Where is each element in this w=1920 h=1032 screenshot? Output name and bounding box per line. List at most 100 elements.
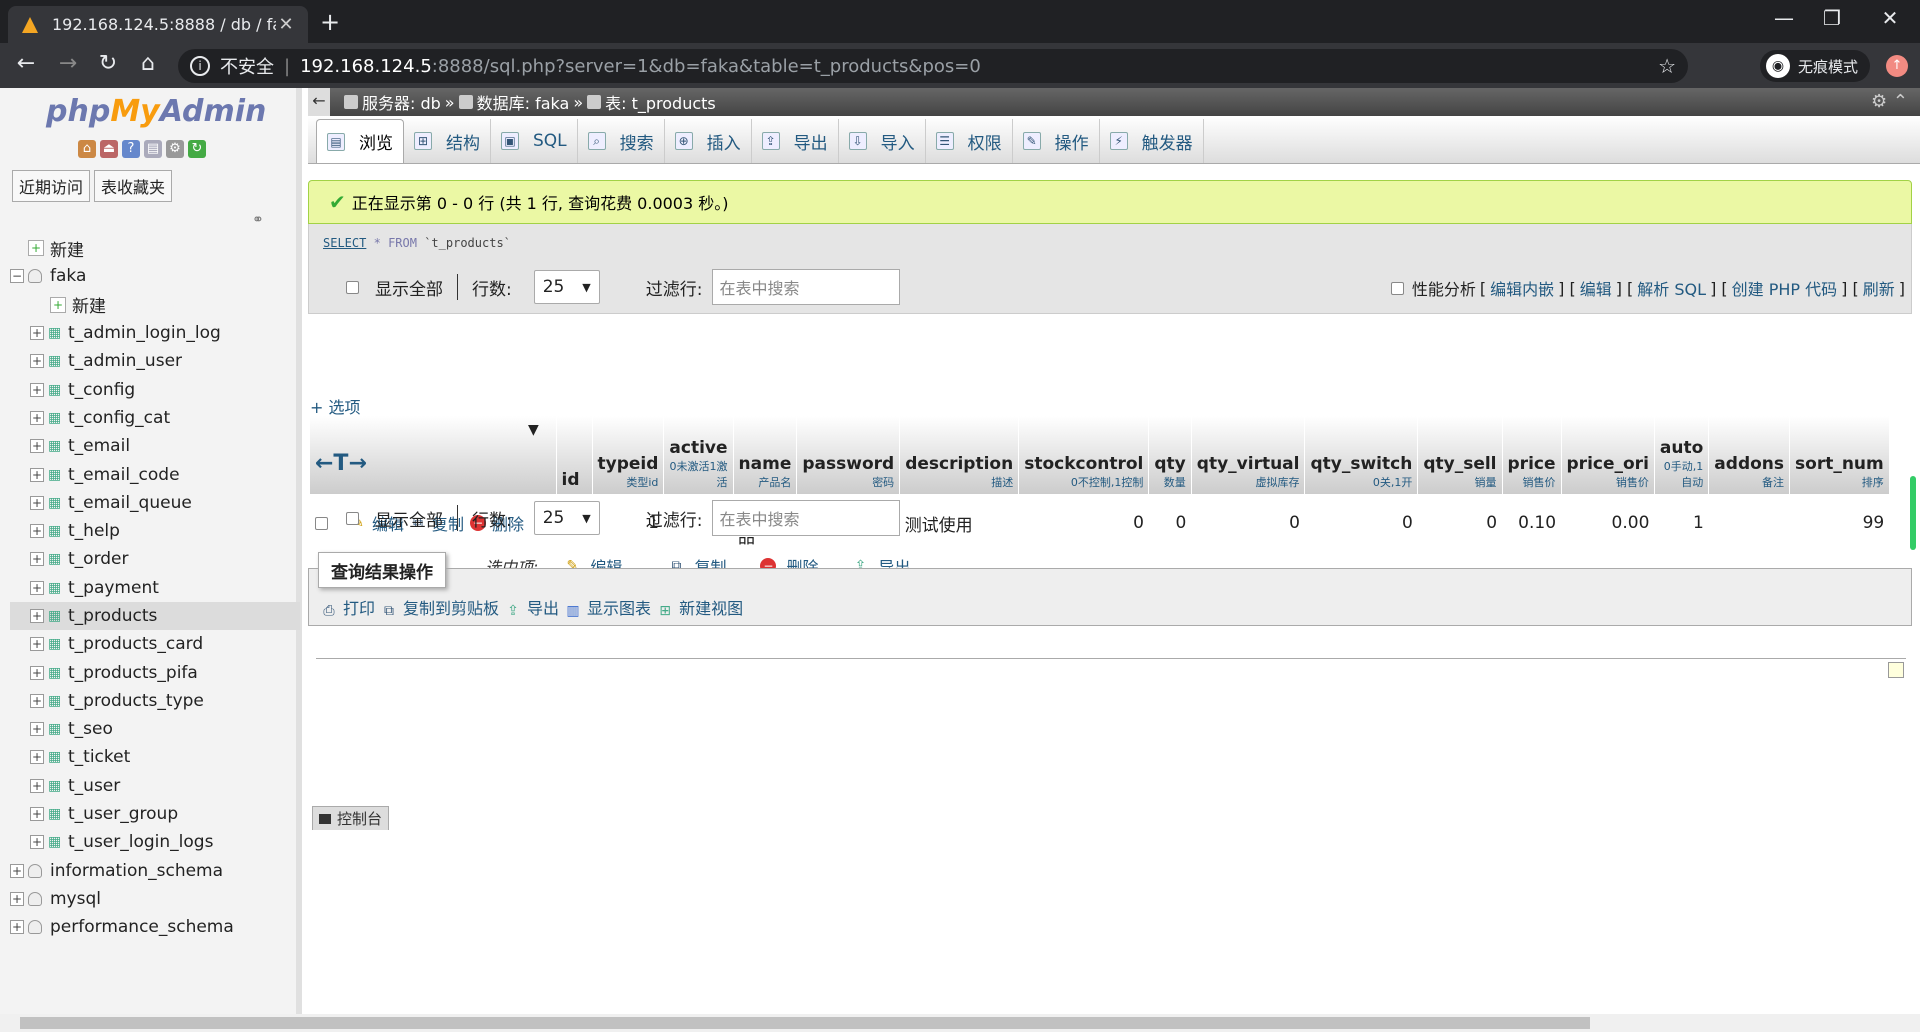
incognito-indicator[interactable]: ◉ 无痕模式 xyxy=(1760,50,1871,82)
tree-table-t_payment[interactable]: + ▦ t_payment xyxy=(10,574,300,602)
column-name[interactable]: addons xyxy=(1714,454,1784,474)
horizontal-scrollbar[interactable] xyxy=(0,1014,1920,1032)
tree-table-t_email[interactable]: + ▦ t_email xyxy=(10,432,300,460)
help-icon[interactable]: ? xyxy=(122,140,140,158)
close-window-icon[interactable]: ✕ xyxy=(1870,6,1910,30)
column-header-name[interactable]: name 产品名 xyxy=(733,416,798,494)
docs-icon[interactable]: ▤ xyxy=(144,140,162,158)
tab-privileges[interactable]: ☰ 权限 xyxy=(926,119,1013,163)
column-header-description[interactable]: description 描述 xyxy=(899,416,1020,494)
tab-insert[interactable]: ⊕ 插入 xyxy=(665,119,752,163)
expand-icon[interactable]: + xyxy=(10,891,24,906)
copy-icon[interactable]: ⧉ xyxy=(381,603,397,619)
sort-dropdown-icon[interactable]: ▼ xyxy=(528,422,539,438)
home-icon[interactable]: ⌂ xyxy=(78,140,96,158)
tab-sql[interactable]: ▣ SQL xyxy=(491,119,578,163)
breadcrumb-table[interactable]: 表: t_products xyxy=(605,90,716,114)
column-name[interactable]: id xyxy=(562,470,580,490)
column-header-stockcontrol[interactable]: stockcontrol 0不控制,1控制 xyxy=(1018,416,1150,494)
page-settings-icon[interactable] xyxy=(1888,662,1904,678)
tree-db-performance_schema[interactable]: + performance_schema xyxy=(10,913,300,941)
show-all-checkbox[interactable] xyxy=(346,280,359,294)
tab-triggers[interactable]: ⚡ 触发器 xyxy=(1100,119,1204,163)
tree-table-t_help[interactable]: + ▦ t_help xyxy=(10,517,300,545)
display-chart-link[interactable]: 显示图表 xyxy=(587,595,651,619)
tree-table-t_products_pifa[interactable]: + ▦ t_products_pifa xyxy=(10,658,300,686)
column-header-password[interactable]: password 密码 xyxy=(796,416,901,494)
column-name[interactable]: description xyxy=(905,454,1013,474)
column-name[interactable]: password xyxy=(802,454,894,474)
expand-icon[interactable]: + xyxy=(30,495,44,510)
expand-icon[interactable]: + xyxy=(30,354,44,369)
vertical-scrollbar[interactable] xyxy=(1910,476,1916,550)
expand-icon[interactable]: + xyxy=(30,326,44,341)
column-header-qty_virtual[interactable]: qty_virtual 虚拟库存 xyxy=(1191,416,1306,494)
expand-icon[interactable]: + xyxy=(30,665,44,680)
tree-db-information_schema[interactable]: + information_schema xyxy=(10,857,300,885)
column-header-qty_switch[interactable]: qty_switch 0关,1开 xyxy=(1304,416,1419,494)
expand-icon[interactable]: + xyxy=(30,693,44,708)
recent-button[interactable]: 近期访问 xyxy=(12,170,91,202)
phpmyadmin-logo[interactable]: phpMyAdmin xyxy=(46,94,266,129)
export-icon[interactable]: ⇪ xyxy=(505,603,521,619)
print-link[interactable]: 打印 xyxy=(343,595,375,619)
restore-icon[interactable]: ❐ xyxy=(1812,6,1852,30)
tab-search[interactable]: ⌕ 搜索 xyxy=(578,119,665,163)
info-icon[interactable]: i xyxy=(190,56,210,76)
expand-icon[interactable]: + xyxy=(10,920,24,935)
expand-icon[interactable]: + xyxy=(30,750,44,765)
column-header-qty_sell[interactable]: qty_sell 销量 xyxy=(1417,416,1503,494)
tree-table-t_config_cat[interactable]: + ▦ t_config_cat xyxy=(10,404,300,432)
favorites-button[interactable]: 表收藏夹 xyxy=(94,170,173,202)
update-icon[interactable]: ↑ xyxy=(1886,55,1908,77)
address-bar[interactable]: i 不安全 | 192.168.124.5 :8888/sql.php?serv… xyxy=(178,49,1688,83)
column-name[interactable]: price xyxy=(1508,454,1556,474)
tree-table-t_email_code[interactable]: + ▦ t_email_code xyxy=(10,460,300,488)
tree-table-t_user_group[interactable]: + ▦ t_user_group xyxy=(10,800,300,828)
tree-table-t_products_card[interactable]: + ▦ t_products_card xyxy=(10,630,300,658)
expand-icon[interactable]: + xyxy=(30,382,44,397)
expand-icon[interactable]: + xyxy=(30,552,44,567)
expand-icon[interactable]: + xyxy=(30,637,44,652)
new-tab-icon[interactable]: + xyxy=(320,8,340,36)
tree-table-t_config[interactable]: + ▦ t_config xyxy=(10,375,300,403)
tree-table-t_products_type[interactable]: + ▦ t_products_type xyxy=(10,687,300,715)
tab-close-icon[interactable]: ✕ xyxy=(276,14,296,35)
settings-icon[interactable]: ⚙ xyxy=(166,140,184,158)
browser-tab[interactable]: 192.168.124.5:8888 / db / faka ✕ xyxy=(8,6,308,43)
tree-table-t_ticket[interactable]: + ▦ t_ticket xyxy=(10,743,300,771)
expand-icon[interactable]: + xyxy=(30,609,44,623)
column-resize-icon[interactable]: ←T→ xyxy=(315,451,551,476)
column-name[interactable]: active xyxy=(669,438,727,458)
tree-table-t_admin_login_log[interactable]: + ▦ t_admin_login_log xyxy=(10,319,300,347)
tree-db-mysql[interactable]: + mysql xyxy=(10,885,300,913)
expand-icon[interactable]: + xyxy=(30,835,44,850)
back-icon[interactable]: ← xyxy=(10,51,42,76)
column-name[interactable]: stockcontrol xyxy=(1024,454,1143,474)
column-header-active[interactable]: active 0未激活1激活 xyxy=(663,416,734,494)
tree-table-t_user_login_logs[interactable]: + ▦ t_user_login_logs xyxy=(10,828,300,856)
column-header-price_ori[interactable]: price_ori 销售价 xyxy=(1561,416,1655,494)
tab-operations[interactable]: ✎ 操作 xyxy=(1013,119,1100,163)
sql-select-keyword[interactable]: SELECT xyxy=(323,236,366,250)
expand-icon[interactable]: + xyxy=(30,778,44,793)
tree-table-t_email_queue[interactable]: + ▦ t_email_queue xyxy=(10,489,300,517)
column-name[interactable]: sort_num xyxy=(1795,454,1884,474)
link-with-main-icon[interactable]: ⚭ xyxy=(252,212,264,228)
copy-clipboard-link[interactable]: 复制到剪贴板 xyxy=(403,595,499,619)
column-name[interactable]: price_ori xyxy=(1567,454,1649,474)
show-all-checkbox[interactable] xyxy=(346,511,359,525)
expand-icon[interactable]: + xyxy=(30,524,44,539)
tab-import[interactable]: ⇩ 导入 xyxy=(839,119,926,163)
column-name[interactable]: auto xyxy=(1660,438,1703,458)
rows-select[interactable]: 25 ▼ xyxy=(533,270,600,304)
expand-icon[interactable]: + xyxy=(30,410,44,425)
minimize-icon[interactable]: — xyxy=(1764,6,1804,30)
horizontal-scroll-thumb[interactable] xyxy=(20,1017,1590,1029)
collapse-icon[interactable]: − xyxy=(10,269,24,284)
options-link[interactable]: + 选项 xyxy=(310,394,361,418)
print-icon[interactable]: ⎙ xyxy=(321,603,337,619)
tree-table-t_user[interactable]: + ▦ t_user xyxy=(10,772,300,800)
column-header-id[interactable]: id xyxy=(556,416,593,494)
column-name[interactable]: qty_sell xyxy=(1423,454,1496,474)
